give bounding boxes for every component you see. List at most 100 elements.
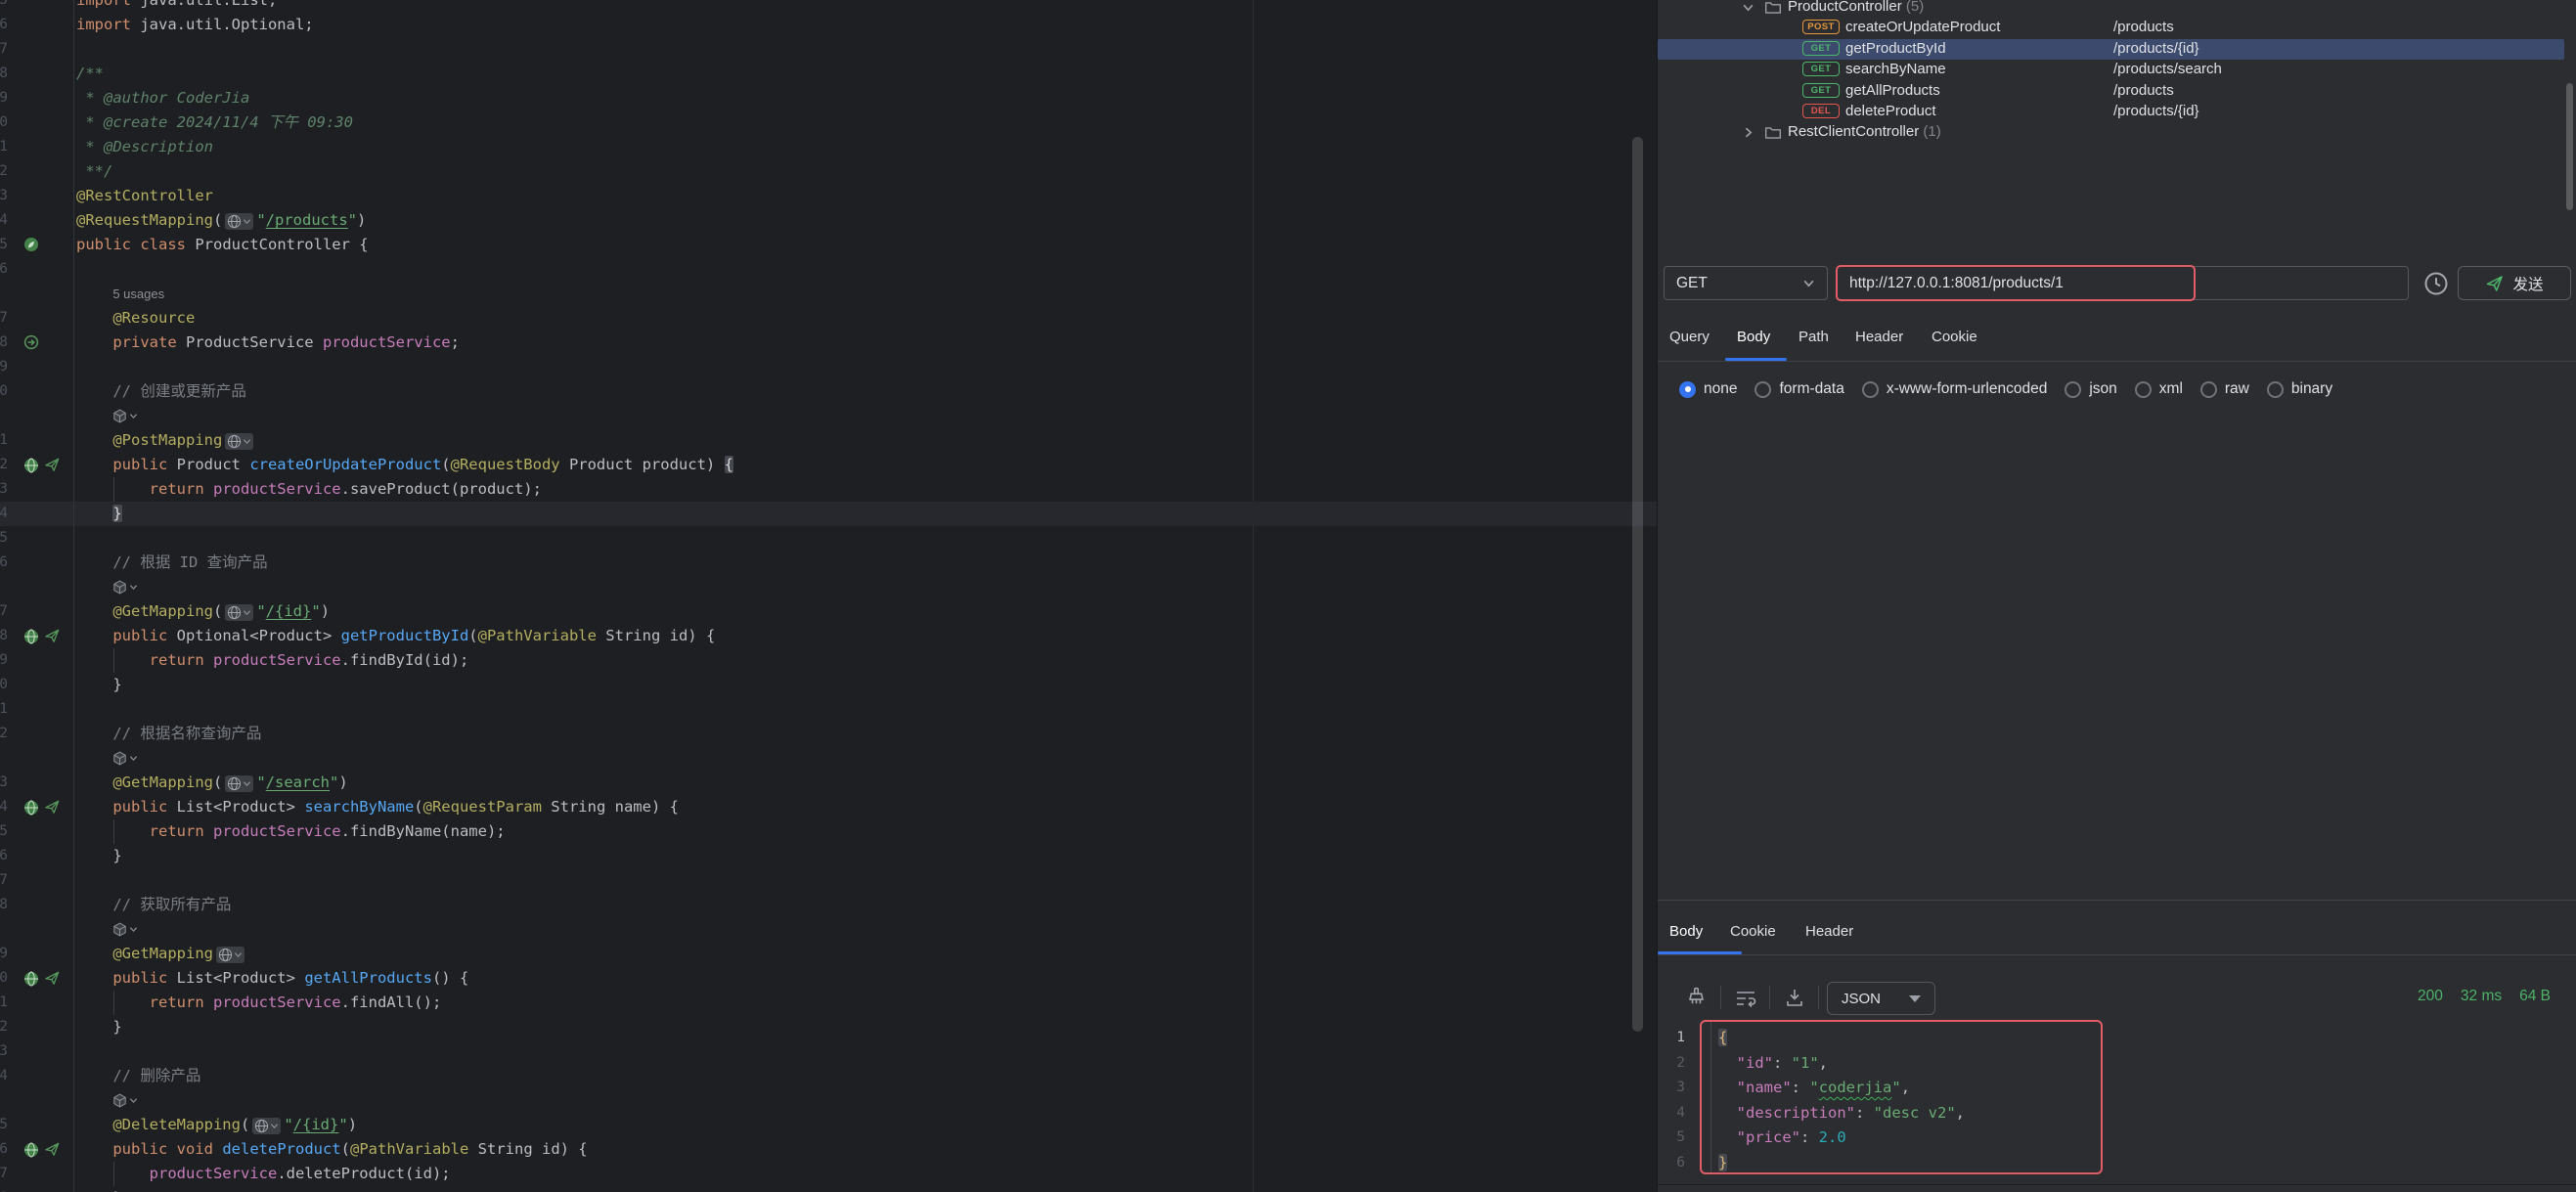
- code-line[interactable]: 29 return productService.findById(id);: [0, 648, 1657, 673]
- json-line[interactable]: 1{: [1658, 1026, 2108, 1051]
- code-line[interactable]: 38 // 获取所有产品: [0, 893, 1657, 917]
- response-json-viewer[interactable]: 1{2 "id": "1",3 "name": "coderjia",4 "de…: [1658, 1026, 2108, 1175]
- tree-folder-RestClientController[interactable]: RestClientController (1): [1658, 122, 2564, 143]
- code-line[interactable]: 44 // 删除产品: [0, 1064, 1657, 1088]
- spring-bean-icon[interactable]: [23, 237, 39, 252]
- autowired-bean-icon[interactable]: [23, 334, 39, 350]
- code-line[interactable]: 12 **/: [0, 159, 1657, 184]
- request-tab-cookie[interactable]: Cookie: [1932, 329, 1977, 345]
- tree-endpoint-getAllProducts[interactable]: GETgetAllProducts/products: [1658, 81, 2564, 102]
- code-line[interactable]: 15public class ProductController {: [0, 233, 1657, 257]
- tree-endpoint-createOrUpdateProduct[interactable]: POSTcreateOrUpdateProduct/products: [1658, 18, 2564, 38]
- api-request-inlay-icon[interactable]: [112, 751, 127, 766]
- tree-folder-ProductController[interactable]: ProductController (5): [1658, 0, 2564, 18]
- code-line[interactable]: 11 * @Description: [0, 135, 1657, 159]
- http-path-globe-widget[interactable]: [225, 604, 253, 621]
- request-tab-path[interactable]: Path: [1799, 329, 1829, 345]
- code-line[interactable]: 28 public Optional<Product> getProductBy…: [0, 624, 1657, 648]
- request-tab-body[interactable]: Body: [1737, 329, 1770, 345]
- http-endpoint-icon[interactable]: [23, 458, 39, 473]
- code-line[interactable]: 48 }: [0, 1186, 1657, 1192]
- api-request-inlay-icon[interactable]: [112, 409, 127, 423]
- request-tab-header[interactable]: Header: [1855, 329, 1903, 345]
- code-line[interactable]: 17 @Resource: [0, 306, 1657, 331]
- api-request-inlay[interactable]: [112, 751, 138, 766]
- http-endpoint-icon[interactable]: [23, 1142, 39, 1158]
- code-line[interactable]: 14@RequestMapping("/products"): [0, 208, 1657, 233]
- send-request-icon[interactable]: [44, 1141, 61, 1158]
- code-line[interactable]: 5import java.util.List;: [0, 0, 1657, 13]
- body-mode-xml[interactable]: xml: [2135, 380, 2183, 398]
- api-request-inlay-icon[interactable]: [112, 1093, 127, 1108]
- body-mode-json[interactable]: json: [2065, 380, 2116, 398]
- api-request-inlay[interactable]: [112, 580, 138, 595]
- code-line[interactable]: 43: [0, 1039, 1657, 1064]
- clear-button[interactable]: [1684, 986, 1709, 1010]
- code-line[interactable]: 24 }: [0, 502, 1657, 526]
- code-line[interactable]: 41 return productService.findAll();: [0, 991, 1657, 1015]
- send-request-icon[interactable]: [44, 970, 61, 987]
- code-line[interactable]: [0, 746, 1657, 771]
- http-path-globe-widget[interactable]: [225, 433, 253, 450]
- download-button[interactable]: [1783, 986, 1806, 1009]
- code-line[interactable]: [0, 1088, 1657, 1113]
- tree-scrollbar[interactable]: [2566, 83, 2573, 210]
- api-request-inlay[interactable]: [112, 1093, 138, 1108]
- code-line[interactable]: 20 // 创建或更新产品: [0, 379, 1657, 404]
- code-line[interactable]: 27 @GetMapping("/{id}"): [0, 599, 1657, 624]
- code-line[interactable]: 31: [0, 697, 1657, 722]
- code-line[interactable]: 39 @GetMapping: [0, 942, 1657, 966]
- editor-scrollbar[interactable]: [1632, 137, 1643, 1032]
- code-line[interactable]: 21 @PostMapping: [0, 428, 1657, 453]
- code-line[interactable]: 34 public List<Product> searchByName(@Re…: [0, 795, 1657, 819]
- tree-endpoint-deleteProduct[interactable]: DELdeleteProduct/products/{id}: [1658, 102, 2564, 122]
- send-button[interactable]: 发送: [2458, 266, 2571, 300]
- code-line[interactable]: 36 }: [0, 844, 1657, 868]
- body-mode-binary[interactable]: binary: [2267, 380, 2332, 398]
- json-line[interactable]: 5 "price": 2.0: [1658, 1126, 2108, 1151]
- body-mode-raw[interactable]: raw: [2200, 380, 2249, 398]
- http-path-globe-widget[interactable]: [252, 1118, 281, 1134]
- json-line[interactable]: 3 "name": "coderjia",: [1658, 1076, 2108, 1101]
- json-line[interactable]: 4 "description": "desc v2",: [1658, 1101, 2108, 1126]
- response-tab-body[interactable]: Body: [1669, 923, 1703, 940]
- code-line[interactable]: 42 }: [0, 1015, 1657, 1039]
- body-mode-none[interactable]: none: [1679, 380, 1737, 398]
- code-line[interactable]: 18 private ProductService productService…: [0, 331, 1657, 355]
- format-select[interactable]: JSON: [1827, 982, 1935, 1015]
- code-editor[interactable]: 5import java.util.List;6import java.util…: [0, 0, 1657, 1192]
- response-tab-header[interactable]: Header: [1805, 923, 1853, 940]
- tree-endpoint-getProductById[interactable]: GETgetProductById/products/{id}: [1658, 39, 2564, 60]
- code-line[interactable]: 13@RestController: [0, 184, 1657, 208]
- code-line[interactable]: 30 }: [0, 673, 1657, 697]
- method-select[interactable]: GET: [1664, 266, 1828, 300]
- soft-wrap-button[interactable]: [1734, 988, 1757, 1009]
- code-line[interactable]: 9 * @author CoderJia: [0, 86, 1657, 110]
- send-request-icon[interactable]: [44, 628, 61, 644]
- code-line[interactable]: 23 return productService.saveProduct(pro…: [0, 477, 1657, 502]
- code-line[interactable]: 6import java.util.Optional;: [0, 13, 1657, 37]
- url-input[interactable]: http://127.0.0.1:8081/products/1: [1837, 266, 2409, 300]
- code-line[interactable]: 47 productService.deleteProduct(id);: [0, 1162, 1657, 1186]
- http-endpoint-icon[interactable]: [23, 971, 39, 987]
- code-line[interactable]: 40 public List<Product> getAllProducts()…: [0, 966, 1657, 991]
- code-line[interactable]: 16: [0, 257, 1657, 282]
- code-line[interactable]: [0, 404, 1657, 428]
- code-line[interactable]: 26 // 根据 ID 查询产品: [0, 551, 1657, 575]
- api-request-inlay-icon[interactable]: [112, 580, 127, 595]
- code-line[interactable]: 8/**: [0, 62, 1657, 86]
- api-request-inlay[interactable]: [112, 409, 138, 423]
- chevron-right-icon[interactable]: [1742, 126, 1754, 139]
- body-mode-x-www-form-urlencoded[interactable]: x-www-form-urlencoded: [1862, 380, 2048, 398]
- code-line[interactable]: 45 @DeleteMapping("/{id}"): [0, 1113, 1657, 1137]
- api-request-inlay-icon[interactable]: [112, 922, 127, 937]
- json-line[interactable]: 2 "id": "1",: [1658, 1051, 2108, 1077]
- chevron-down-icon[interactable]: [1742, 1, 1754, 14]
- code-line[interactable]: 7: [0, 37, 1657, 62]
- http-path-globe-widget[interactable]: [225, 775, 253, 792]
- response-tab-cookie[interactable]: Cookie: [1730, 923, 1776, 940]
- code-line[interactable]: 10 * @create 2024/11/4 下午 09:30: [0, 110, 1657, 135]
- send-request-icon[interactable]: [44, 799, 61, 816]
- http-path-globe-widget[interactable]: [216, 947, 244, 963]
- code-line[interactable]: 25: [0, 526, 1657, 551]
